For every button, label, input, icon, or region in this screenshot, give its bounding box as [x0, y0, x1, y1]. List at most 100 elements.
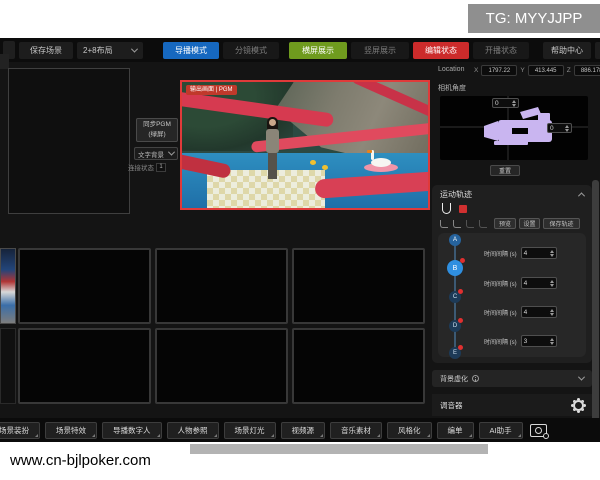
- scene-slot[interactable]: [18, 328, 151, 404]
- interval-stepper[interactable]: 4: [521, 247, 557, 259]
- presenter-body: [266, 129, 279, 153]
- swan-body: [371, 158, 391, 167]
- waypoint-b-label: B: [453, 265, 458, 272]
- shadow-strip: [188, 444, 488, 454]
- angle-side-stepper[interactable]: 0: [547, 123, 572, 133]
- presenter-legs: [268, 153, 277, 179]
- interval-row: 时间间隔 (s) 4: [484, 247, 557, 259]
- scene-slot[interactable]: [292, 328, 425, 404]
- corner-path-icon[interactable]: [453, 220, 461, 228]
- preview-duck: [310, 160, 316, 165]
- pgm-badge: 输出画面 | PGM: [186, 85, 237, 95]
- interval-stepper[interactable]: 3: [521, 335, 557, 347]
- scene-thumbnail-partial[interactable]: [0, 248, 16, 324]
- left-edge-tab[interactable]: [0, 54, 9, 69]
- corner-path-icon[interactable]: [440, 220, 448, 228]
- tab-stylize[interactable]: 风格化: [387, 422, 432, 439]
- waypoint-b[interactable]: B: [447, 260, 463, 276]
- link-status: 连接状态 1: [128, 162, 166, 172]
- scene-slot[interactable]: [18, 248, 151, 324]
- interval-value: 4: [524, 280, 528, 287]
- scene-slot[interactable]: [155, 248, 288, 324]
- save-scene-button[interactable]: 保存场景: [19, 42, 73, 59]
- stepper-arrows-icon[interactable]: [512, 100, 516, 107]
- link-status-label: 连接状态: [128, 162, 154, 172]
- interval-row: 时间间隔 (s) 4: [484, 306, 557, 318]
- display-landscape-button[interactable]: 横屏展示: [289, 42, 347, 59]
- gear-icon[interactable]: [573, 400, 584, 411]
- info-icon: [472, 375, 479, 382]
- right-scrollbar[interactable]: [592, 180, 599, 442]
- chevron-down-icon: [168, 149, 175, 156]
- stop-record-icon[interactable]: [459, 205, 467, 213]
- interval-label: 时间间隔 (s): [484, 249, 517, 258]
- minimize-button[interactable]: 最小化: [595, 42, 600, 59]
- path-curve-icon[interactable]: [442, 203, 451, 214]
- sync-pgm-button[interactable]: 同步PGM (绿屏): [136, 118, 178, 142]
- camera-angle-label: 相机角度: [438, 83, 466, 93]
- layout-select[interactable]: 2+8布局: [77, 42, 143, 59]
- stepper-arrows-icon[interactable]: [550, 309, 554, 316]
- location-y-input[interactable]: 413.445: [528, 65, 564, 76]
- interval-value: 4: [524, 250, 528, 257]
- waypoint-d[interactable]: D: [449, 320, 461, 332]
- waypoint-e[interactable]: E: [449, 347, 461, 359]
- trajectory-header[interactable]: 运动轨迹: [440, 189, 584, 200]
- angle-top-stepper[interactable]: 0: [492, 98, 519, 108]
- mixer-label: 调音器: [440, 400, 463, 411]
- screenshot-camera-icon[interactable]: [530, 424, 547, 437]
- corner-path-icon[interactable]: [479, 220, 487, 228]
- text-background-dropdown[interactable]: 文字背景: [134, 147, 178, 160]
- delete-badge-icon[interactable]: [460, 258, 465, 263]
- camera-angle-minimap[interactable]: 0 0: [440, 96, 588, 160]
- preview-swan-float: [364, 153, 398, 173]
- state-broadcast-button[interactable]: 开播状态: [473, 42, 529, 59]
- tab-music-assets[interactable]: 音乐素材: [330, 422, 382, 439]
- program-preview[interactable]: 输出画面 | PGM: [180, 80, 430, 210]
- interval-row: 时间间隔 (s) 3: [484, 335, 557, 347]
- tab-video-source[interactable]: 视频源: [281, 422, 326, 439]
- location-z-input[interactable]: 886.178: [574, 65, 600, 76]
- mixer-section[interactable]: 调音器: [432, 394, 592, 416]
- waypoint-c[interactable]: C: [449, 291, 461, 303]
- help-center-button[interactable]: 帮助中心: [543, 42, 591, 59]
- trajectory-save-button[interactable]: 保存轨迹: [543, 218, 580, 229]
- state-edit-button[interactable]: 编辑状态: [413, 42, 469, 59]
- stepper-arrows-icon[interactable]: [550, 250, 554, 257]
- stepper-arrows-icon[interactable]: [565, 125, 569, 132]
- link-status-value[interactable]: 1: [156, 163, 166, 172]
- preview-presenter: [263, 117, 283, 183]
- motion-trajectory-panel: 运动轨迹 预览 设置 保存轨迹 A B C D E 时间间隔 (s) 4: [432, 185, 592, 363]
- mode-director-button[interactable]: 导播模式: [163, 42, 219, 59]
- interval-stepper[interactable]: 4: [521, 306, 557, 318]
- tab-character-reference[interactable]: 人物参照: [167, 422, 219, 439]
- scene-slot[interactable]: [155, 328, 288, 404]
- delete-badge-icon[interactable]: [458, 345, 463, 350]
- delete-badge-icon[interactable]: [458, 289, 463, 294]
- sync-pgm-line1: 同步PGM: [137, 120, 177, 130]
- background-blur-section[interactable]: 背景虚化: [432, 370, 592, 387]
- corner-path-icon[interactable]: [466, 220, 474, 228]
- location-x-input[interactable]: 1797.22: [481, 65, 517, 76]
- tab-director-avatar[interactable]: 导播数字人: [102, 422, 162, 439]
- trajectory-preview-button[interactable]: 预览: [494, 218, 516, 229]
- interval-stepper[interactable]: 4: [521, 277, 557, 289]
- delete-badge-icon[interactable]: [458, 318, 463, 323]
- tab-scene-dressup[interactable]: 场景装扮: [0, 422, 40, 439]
- mode-storyboard-button[interactable]: 分镜模式: [223, 42, 279, 59]
- stepper-arrows-icon[interactable]: [550, 280, 554, 287]
- scene-slot[interactable]: [292, 248, 425, 324]
- scene-thumbnail-partial[interactable]: [0, 328, 16, 404]
- watermark-top: TG: MYYJJPP: [468, 4, 600, 33]
- tab-scene-lighting[interactable]: 场景灯光: [224, 422, 276, 439]
- tab-scene-effects[interactable]: 场景特效: [45, 422, 97, 439]
- tab-playlist[interactable]: 编单: [437, 422, 474, 439]
- waypoint-a[interactable]: A: [449, 234, 461, 246]
- waypoint-d-label: D: [453, 323, 457, 329]
- reset-angle-button[interactable]: 重置: [490, 165, 520, 176]
- tab-ai-assistant[interactable]: AI助手: [479, 422, 523, 439]
- stepper-arrows-icon[interactable]: [550, 338, 554, 345]
- display-portrait-button[interactable]: 竖屏展示: [351, 42, 409, 59]
- trajectory-settings-button[interactable]: 设置: [519, 218, 540, 229]
- trajectory-title: 运动轨迹: [440, 189, 472, 200]
